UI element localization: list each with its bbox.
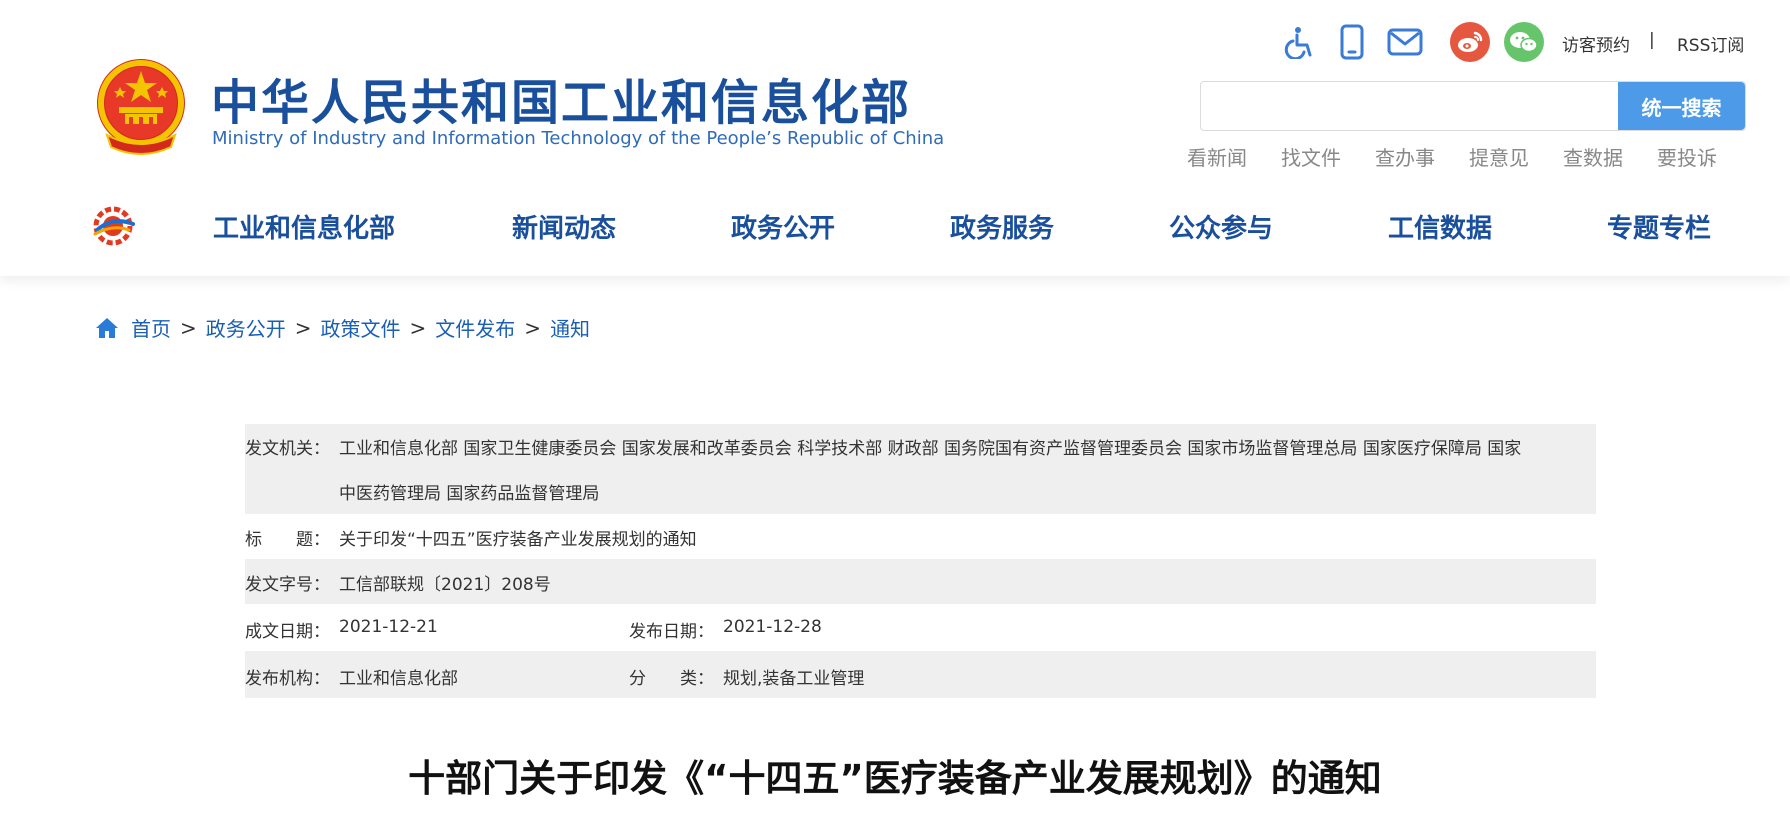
breadcrumb-home[interactable]: 首页	[131, 313, 171, 342]
nav-item-news[interactable]: 新闻动态	[512, 208, 616, 245]
site-title: 中华人民共和国工业和信息化部	[211, 75, 912, 131]
accessibility-icon[interactable]	[1280, 22, 1320, 62]
meta-value-written-date: 2021-12-21	[339, 617, 438, 637]
meta-row-docno: 发文字号： 工信部联规〔2021〕208号	[245, 559, 1596, 604]
meta-label-category: 分 类：	[629, 669, 714, 689]
top-link-separator: |	[1649, 30, 1655, 50]
breadcrumb-separator: >	[294, 315, 312, 340]
quick-link-complaint[interactable]: 要投诉	[1657, 142, 1717, 171]
meta-label-org: 发布机构：	[245, 669, 330, 689]
meta-row-dates: 成文日期： 2021-12-21 发布日期： 2021-12-28	[245, 604, 1596, 651]
nav-item-special-topics[interactable]: 专题专栏	[1607, 208, 1711, 245]
meta-label-title: 标 题：	[245, 530, 330, 550]
wechat-icon[interactable]	[1504, 22, 1544, 62]
breadcrumb: 首页 > 政务公开 > 政策文件 > 文件发布 > 通知	[95, 313, 590, 342]
ministry-logo-icon[interactable]	[93, 206, 135, 246]
meta-value-category: 规划,装备工业管理	[723, 669, 865, 689]
nav-item-data[interactable]: 工信数据	[1388, 208, 1492, 245]
meta-row-issuer: 发文机关： 工业和信息化部 国家卫生健康委员会 国家发展和改革委员会 科学技术部…	[245, 424, 1596, 514]
document-metadata-table: 发文机关： 工业和信息化部 国家卫生健康委员会 国家发展和改革委员会 科学技术部…	[245, 424, 1596, 698]
site-header: 中华人民共和国工业和信息化部 Ministry of Industry and …	[0, 0, 1790, 276]
search-input[interactable]	[1203, 84, 1615, 128]
quick-link-files[interactable]: 找文件	[1281, 142, 1341, 171]
meta-label-docno: 发文字号：	[245, 575, 330, 595]
meta-value-docno: 工信部联规〔2021〕208号	[339, 575, 551, 595]
meta-value-issuer-line1: 工业和信息化部 国家卫生健康委员会 国家发展和改革委员会 科学技术部 财政部 国…	[339, 439, 1522, 459]
quick-links: 看新闻 找文件 查办事 提意见 查数据 要投诉	[1187, 142, 1751, 171]
quick-link-services[interactable]: 查办事	[1375, 142, 1435, 171]
nav-item-ministry[interactable]: 工业和信息化部	[213, 208, 395, 245]
quick-link-feedback[interactable]: 提意见	[1469, 142, 1529, 171]
meta-label-published-date: 发布日期：	[629, 622, 714, 642]
quick-link-news[interactable]: 看新闻	[1187, 142, 1247, 171]
meta-value-org: 工业和信息化部	[339, 669, 458, 689]
breadcrumb-notice[interactable]: 通知	[550, 313, 590, 342]
meta-row-title: 标 题： 关于印发“十四五”医疗装备产业发展规划的通知	[245, 514, 1596, 559]
breadcrumb-separator: >	[409, 315, 427, 340]
nav-item-gov-affairs[interactable]: 政务公开	[731, 208, 835, 245]
breadcrumb-separator: >	[180, 315, 197, 340]
breadcrumb-policy-files[interactable]: 政策文件	[321, 313, 401, 342]
breadcrumb-gov-affairs[interactable]: 政务公开	[206, 313, 286, 342]
rss-link[interactable]: RSS订阅	[1677, 31, 1744, 56]
search-button[interactable]: 统一搜索	[1618, 82, 1745, 130]
meta-value-published-date: 2021-12-28	[723, 617, 822, 637]
weibo-icon[interactable]	[1450, 22, 1490, 62]
meta-row-org: 发布机构： 工业和信息化部 分 类： 规划,装备工业管理	[245, 651, 1596, 698]
site-subtitle: Ministry of Industry and Information Tec…	[212, 128, 945, 149]
search-box: 统一搜索	[1200, 81, 1746, 131]
national-emblem-icon[interactable]	[93, 57, 189, 155]
quick-link-data[interactable]: 查数据	[1563, 142, 1623, 171]
home-icon[interactable]	[95, 317, 119, 339]
mobile-icon[interactable]	[1332, 22, 1372, 62]
meta-label-issuer: 发文机关：	[245, 439, 330, 459]
meta-value-title: 关于印发“十四五”医疗装备产业发展规划的通知	[339, 530, 697, 550]
meta-label-written-date: 成文日期：	[245, 622, 330, 642]
mail-icon[interactable]	[1385, 22, 1425, 62]
breadcrumb-file-release[interactable]: 文件发布	[435, 313, 515, 342]
visitor-appointment-link[interactable]: 访客预约	[1562, 31, 1630, 56]
meta-value-issuer-line2: 中医药管理局 国家药品监督管理局	[339, 484, 600, 504]
document-title: 十部门关于印发《“十四五”医疗装备产业发展规划》的通知	[408, 757, 1382, 800]
nav-item-public-participation[interactable]: 公众参与	[1169, 208, 1273, 245]
nav-item-gov-services[interactable]: 政务服务	[950, 208, 1054, 245]
breadcrumb-separator: >	[524, 315, 542, 340]
